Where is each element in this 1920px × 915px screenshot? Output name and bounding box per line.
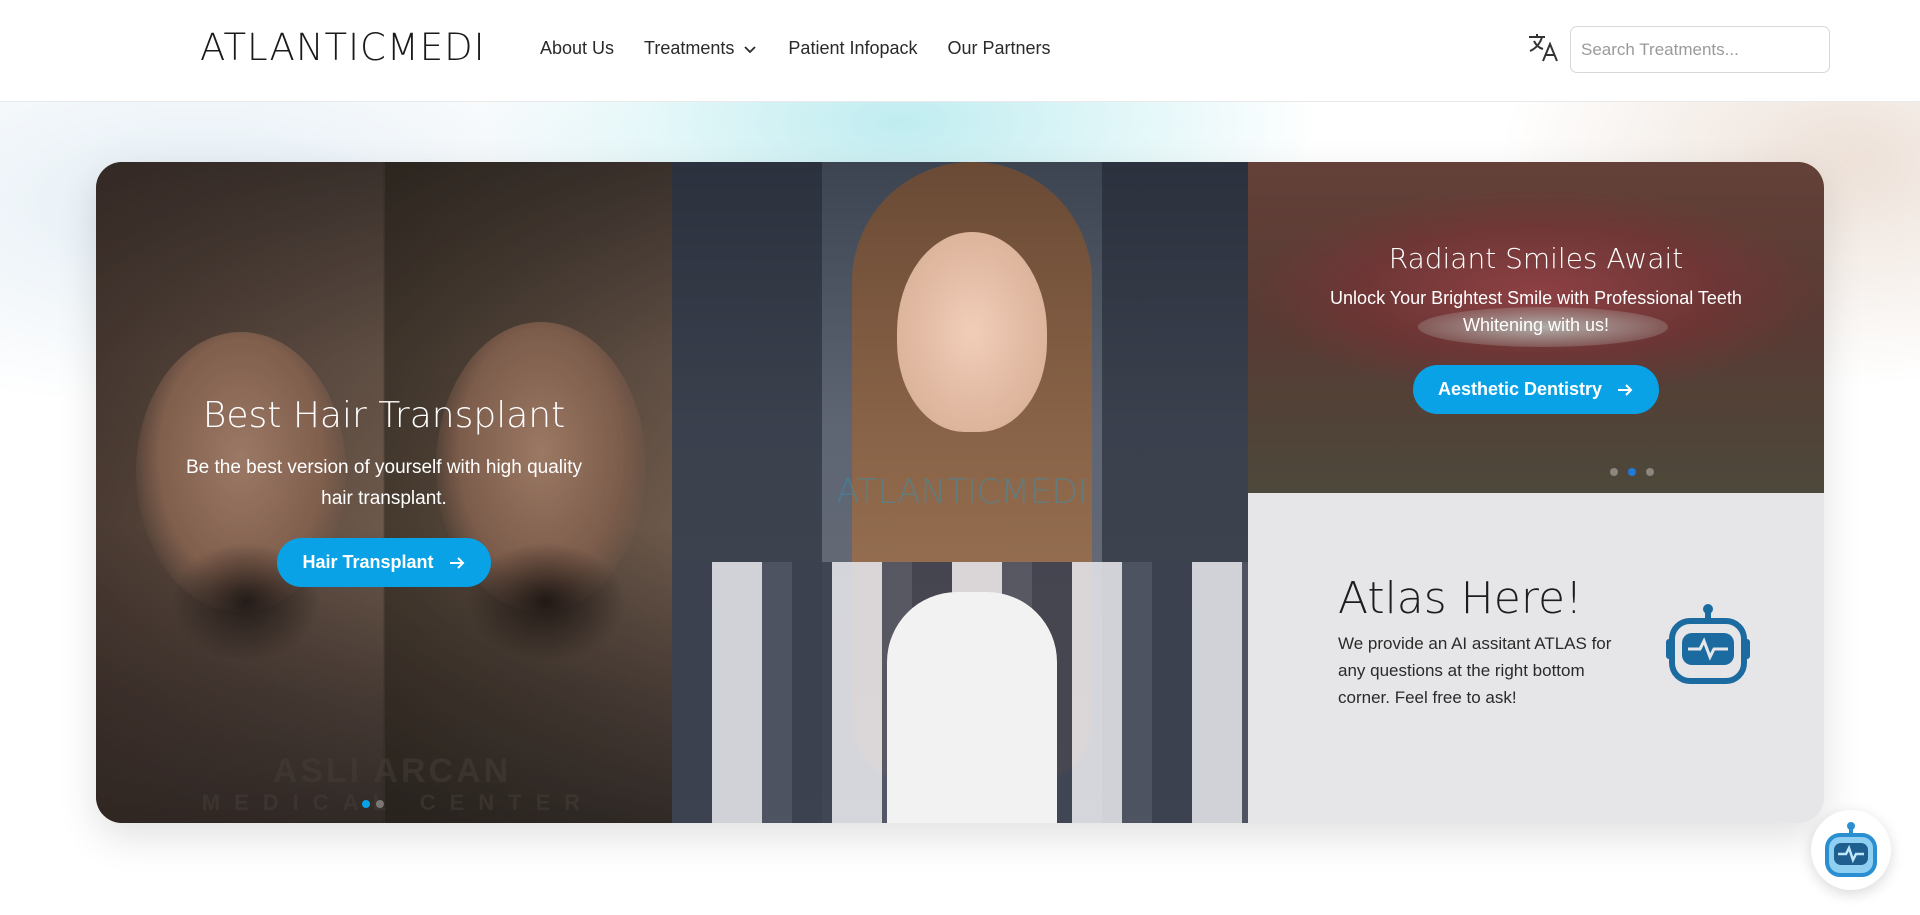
arrow-right-icon <box>1618 383 1633 396</box>
dentistry-title: Radiant Smiles Await <box>1388 242 1684 275</box>
carousel-dot-3[interactable] <box>1646 468 1654 476</box>
chevron-down-icon <box>744 45 757 53</box>
atlas-description: We provide an AI assitant ATLAS for any … <box>1338 634 1612 707</box>
dentistry-subtitle: Unlock Your Brightest Smile with Profess… <box>1330 288 1742 335</box>
nav-our-partners-label: Our Partners <box>947 38 1051 58</box>
translate-icon[interactable] <box>1526 30 1560 64</box>
nav-about-us[interactable]: About Us <box>540 38 614 59</box>
slide-title: Best Hair Transplant <box>202 395 566 436</box>
atlas-info-panel: Atlas Here! We provide an AI assitant AT… <box>1248 493 1824 823</box>
slide-indicator-dot[interactable] <box>362 800 370 808</box>
hero-card: ASLI ARCAN MEDICAL CENTER Best Hair Tran… <box>96 162 1824 823</box>
nav-patient-infopack-label: Patient Infopack <box>788 38 918 58</box>
carousel-dot-1[interactable] <box>1610 468 1618 476</box>
clinic-watermark: ASLI ARCAN <box>272 752 512 790</box>
hair-transplant-button-label: Hair Transplant <box>302 552 434 572</box>
hair-transplant-button[interactable]: Hair Transplant <box>277 538 491 587</box>
video-panel[interactable]: ATLANTICMEDI <box>672 162 1248 823</box>
aesthetic-dentistry-button[interactable]: Aesthetic Dentistry <box>1413 365 1659 414</box>
video-watermark: ATLANTICMEDI <box>836 472 1088 512</box>
nav-patient-infopack[interactable]: Patient Infopack <box>788 38 917 59</box>
robot-chat-icon <box>1825 822 1877 877</box>
slide-indicator-dot[interactable] <box>376 800 384 808</box>
nav-treatments-label: Treatments <box>644 38 735 58</box>
dentistry-slide: Radiant Smiles Await Unlock Your Brighte… <box>1248 162 1824 493</box>
chatbot-launcher[interactable] <box>1811 810 1891 890</box>
nav-our-partners[interactable]: Our Partners <box>948 38 1051 59</box>
carousel-dot-2[interactable] <box>1628 468 1636 476</box>
slide-subtitle: Be the best version of yourself with hig… <box>185 457 583 509</box>
site-logo[interactable]: ATLANTICMEDI <box>200 26 486 69</box>
aesthetic-dentistry-button-label: Aesthetic Dentistry <box>1437 379 1603 399</box>
nav-about-us-label: About Us <box>540 38 615 58</box>
clinic-watermark-sub: MEDICAL CENTER <box>201 790 595 815</box>
robot-icon <box>1666 604 1750 684</box>
hair-transplant-slide: ASLI ARCAN MEDICAL CENTER Best Hair Tran… <box>96 162 672 823</box>
video-subject-face <box>897 232 1047 432</box>
video-subject-top <box>887 592 1057 823</box>
atlas-title: Atlas Here! <box>1338 573 1583 624</box>
nav-treatments[interactable]: Treatments <box>644 38 758 59</box>
search-input[interactable] <box>1570 26 1830 73</box>
main-nav: About Us Treatments Patient Infopack Our… <box>540 38 1051 59</box>
site-header: ATLANTICMEDI About Us Treatments Patient… <box>0 0 1920 102</box>
arrow-right-icon <box>449 556 464 569</box>
